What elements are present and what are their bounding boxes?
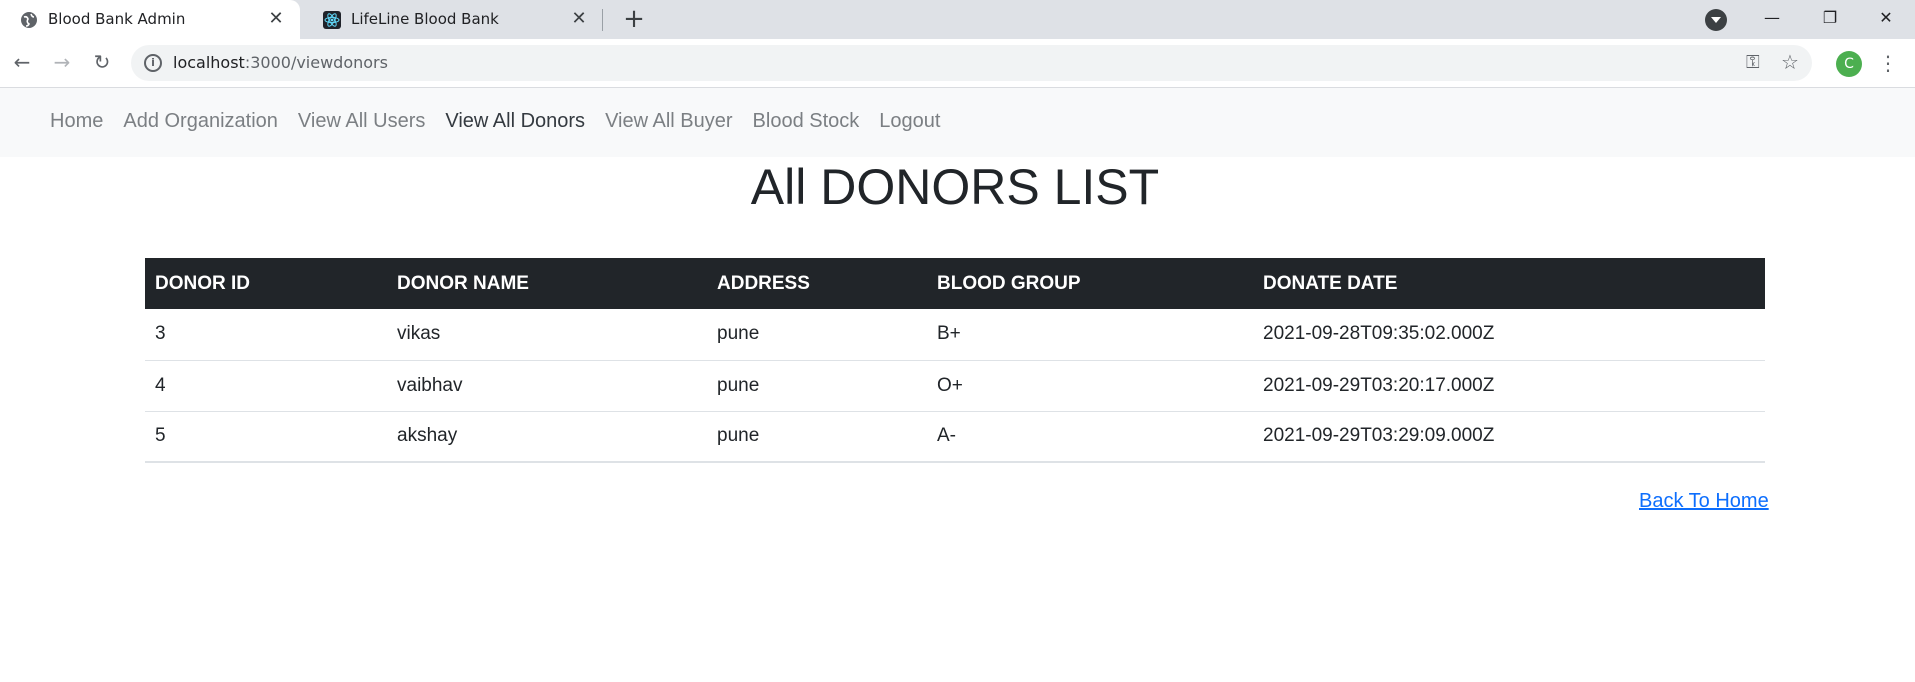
forward-arrow-icon[interactable]: → (49, 49, 75, 75)
close-window-icon[interactable]: ✕ (1857, 0, 1915, 39)
nav-home[interactable]: Home (50, 110, 103, 133)
nav-blood-stock[interactable]: Blood Stock (753, 110, 860, 133)
react-icon (323, 11, 341, 29)
blood-group-cell: O+ (927, 360, 1253, 412)
tab-title: LifeLine Blood Bank (351, 10, 499, 28)
nav-links: Home Add Organization View All Users Vie… (50, 110, 960, 133)
nav-logout[interactable]: Logout (879, 110, 940, 133)
table-header-row: DONOR ID DONOR NAME ADDRESS BLOOD GROUP … (145, 258, 1765, 309)
back-arrow-icon[interactable]: ← (9, 49, 35, 75)
new-tab-button[interactable]: + (620, 6, 648, 34)
tab-separator (602, 9, 603, 31)
minimize-icon[interactable]: — (1743, 0, 1801, 39)
browser-tab-strip: Blood Bank Admin ✕ LifeLine Blood Bank ✕… (0, 0, 1915, 39)
password-key-icon[interactable]: ⚿ (1746, 52, 1760, 73)
donate-date-cell: 2021-09-29T03:29:09.000Z (1253, 411, 1765, 463)
donor-id-cell: 5 (145, 411, 387, 463)
globe-icon (20, 11, 38, 29)
column-header: DONOR NAME (387, 258, 707, 309)
blood-group-cell: B+ (927, 309, 1253, 361)
donate-date-cell: 2021-09-28T09:35:02.000Z (1253, 309, 1765, 361)
close-tab-icon[interactable]: ✕ (569, 9, 589, 29)
restore-icon[interactable]: ❐ (1801, 0, 1859, 39)
site-info-icon[interactable]: i (144, 54, 162, 72)
address-cell: pune (707, 411, 927, 463)
donor-name-cell: vikas (387, 309, 707, 361)
column-header: BLOOD GROUP (927, 258, 1253, 309)
tab-blood-bank-admin[interactable]: Blood Bank Admin ✕ (0, 0, 300, 39)
nav-add-organization[interactable]: Add Organization (123, 110, 278, 133)
donor-id-cell: 4 (145, 360, 387, 412)
blood-group-cell: A- (927, 411, 1253, 463)
back-to-home-link[interactable]: Back To Home (1639, 490, 1769, 513)
column-header: DONATE DATE (1253, 258, 1765, 309)
table-row: 5 akshay pune A- 2021-09-29T03:29:09.000… (145, 411, 1765, 463)
profile-avatar[interactable]: C (1836, 51, 1862, 77)
app-navbar: Home Add Organization View All Users Vie… (0, 88, 1915, 157)
address-cell: pune (707, 309, 927, 361)
browser-toolbar: ← → ↻ i localhost:3000/viewdonors ⚿ ☆ C … (0, 39, 1915, 88)
nav-view-all-users[interactable]: View All Users (298, 110, 425, 133)
close-tab-icon[interactable]: ✕ (266, 9, 286, 29)
donor-name-cell: vaibhav (387, 360, 707, 412)
tab-lifeline-blood-bank[interactable]: LifeLine Blood Bank ✕ (303, 0, 603, 39)
donor-id-cell: 3 (145, 309, 387, 361)
tab-search-icon[interactable] (1705, 9, 1727, 31)
bookmark-star-icon[interactable]: ☆ (1781, 50, 1799, 74)
url-text[interactable]: localhost:3000/viewdonors (173, 53, 388, 72)
tab-title: Blood Bank Admin (48, 10, 186, 28)
column-header: ADDRESS (707, 258, 927, 309)
nav-view-all-donors[interactable]: View All Donors (445, 110, 585, 133)
donor-name-cell: akshay (387, 411, 707, 463)
address-bar[interactable]: i localhost:3000/viewdonors ⚿ ☆ (131, 45, 1812, 81)
nav-view-all-buyer[interactable]: View All Buyer (605, 110, 732, 133)
page-title: All DONORS LIST (750, 159, 1160, 215)
table-row: 4 vaibhav pune O+ 2021-09-29T03:20:17.00… (145, 360, 1765, 412)
reload-icon[interactable]: ↻ (89, 49, 115, 75)
more-options-icon[interactable]: ⋮ (1878, 49, 1898, 77)
address-cell: pune (707, 360, 927, 412)
table-row: 3 vikas pune B+ 2021-09-28T09:35:02.000Z (145, 309, 1765, 361)
column-header: DONOR ID (145, 258, 387, 309)
donate-date-cell: 2021-09-29T03:20:17.000Z (1253, 360, 1765, 412)
donors-table: DONOR ID DONOR NAME ADDRESS BLOOD GROUP … (145, 258, 1765, 463)
